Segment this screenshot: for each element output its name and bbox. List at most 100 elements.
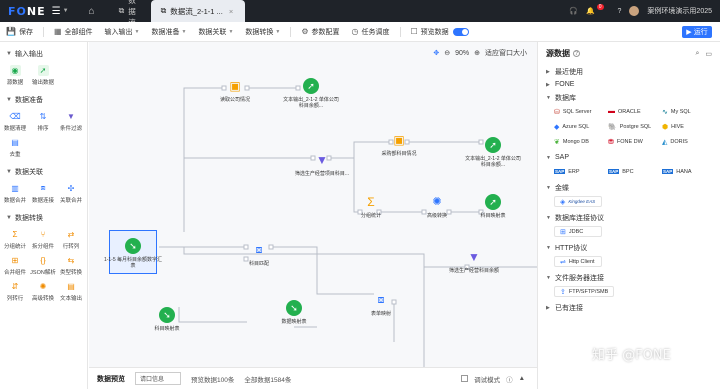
connector-doris[interactable]: ◭ DORIS — [662, 136, 712, 147]
group-title[interactable]: ▶ FONE — [546, 78, 712, 91]
connector-ftp[interactable]: ⇪ FTP/SFTP/SMB — [554, 286, 614, 297]
component-data-clean[interactable]: ⌫ 数据清理 — [1, 108, 29, 134]
group-title[interactable]: ▶ 已有连接 — [546, 301, 712, 314]
group-title[interactable]: ▼ 数据库 — [546, 91, 712, 104]
component-dedupe[interactable]: ▤ 去重 — [1, 134, 29, 160]
component-json[interactable]: {} JSON解析 — [29, 252, 57, 278]
component-group-stat[interactable]: Σ 分组统计 — [1, 226, 29, 252]
flow-node[interactable]: Σ 分组统计 — [341, 194, 401, 219]
bell-icon[interactable]: 🔔 — [586, 7, 595, 15]
group-title[interactable]: ▼ 数据库连接协议 — [546, 211, 712, 224]
fit-window-button[interactable]: 适应窗口大小 — [485, 48, 527, 58]
component-text-output[interactable]: ▤ 文本输出 — [57, 278, 85, 304]
flow-node[interactable]: ⧈ 表单映射 — [351, 292, 411, 318]
group-title[interactable]: ▼ 文件服务器连接 — [546, 271, 712, 284]
headset-icon[interactable]: 🎧 — [569, 7, 578, 15]
flow-node[interactable]: ➚ 文本输出_2-1-2 单体公司科目余额... — [281, 78, 341, 109]
connector-fone-dw[interactable]: ⛃ FONE DW — [608, 136, 658, 147]
connector-sap-erp[interactable]: SAP ERP — [554, 166, 604, 177]
component-sort[interactable]: ⇅ 排序 — [29, 108, 57, 134]
input-output-menu[interactable]: 输入输出 ▼ — [99, 22, 146, 42]
component-join[interactable]: ⧈ 数据连接 — [29, 180, 57, 206]
zoom-in-icon[interactable]: ⊕ — [474, 49, 480, 57]
debug-checkbox[interactable] — [461, 375, 469, 382]
group-title[interactable]: ▼ HTTP协议 — [546, 241, 712, 254]
save-button[interactable]: 💾 保存 — [0, 22, 39, 42]
group-title[interactable]: ▶ 最近使用 — [546, 65, 712, 78]
data-transform-menu[interactable]: 数据转换 ▼ — [239, 22, 286, 42]
all-components-button[interactable]: ▦ 全部组件 — [48, 22, 99, 42]
data-join-menu[interactable]: 数据关联 ▼ — [192, 22, 239, 42]
flow-node-selected[interactable]: ➘ 1-1-5 每月科目余额数字汇表 — [103, 238, 163, 269]
component-split[interactable]: ⑂ 拆分组件 — [29, 226, 57, 252]
user-name[interactable]: 案例环境演示用2025 — [647, 6, 712, 16]
zoom-out-icon[interactable]: ⊖ — [444, 49, 450, 57]
param-config-button[interactable]: ⚙ 参数配置 — [295, 22, 345, 42]
run-button[interactable]: ▶ 运行 — [682, 26, 712, 38]
component-combine[interactable]: ⊞ 合并组件 — [1, 252, 29, 278]
tab-dataflow-active[interactable]: ⧉ 数据流_2-1-1 ... × — [150, 0, 245, 22]
search-icon[interactable]: ⌕ — [695, 50, 699, 58]
component-advanced[interactable]: ✺ 高级转换 — [29, 278, 57, 304]
connector-sap-hana[interactable]: SAP HANA — [662, 166, 712, 177]
section-title[interactable]: ▼ 输入输出 — [0, 46, 87, 62]
component-type-convert[interactable]: ⇆ 类型转换 — [57, 252, 85, 278]
group-title[interactable]: ▼ 金蝶 — [546, 181, 712, 194]
component-row-to-col[interactable]: ⇄ 行转列 — [57, 226, 85, 252]
help-icon[interactable]: ? — [618, 8, 622, 15]
connector-sqlserver[interactable]: ⛁ SQL Server — [554, 106, 604, 117]
menu-icon[interactable]: ☰ — [52, 6, 61, 17]
connector-sap-bpc[interactable]: SAP BPC — [608, 166, 658, 177]
logo[interactable]: FONE — [8, 5, 46, 18]
component-output-data[interactable]: ➚ 输出数据 — [29, 62, 57, 88]
flow-node[interactable]: ▣ 读取公司情况 — [205, 78, 265, 103]
connector-kingdee[interactable]: ◈ Kingdee EAS — [554, 196, 602, 207]
connector-azure[interactable]: ◆ Azure SQL — [554, 121, 604, 132]
flow-node[interactable]: ➚ 文本输出_2-1-2 单体公司科目余额... — [463, 137, 523, 168]
flow-canvas[interactable]: ✥ ⊖ 90% ⊕ 适应窗口大小 ▣ 读取公司情况 ➚ 文本输出_2-1-2 单体公… — [89, 42, 537, 367]
flow-node[interactable]: ▼ 筛选生产经营项目科目... — [292, 152, 352, 177]
flow-node[interactable]: ➘ 数据映射表 — [264, 300, 324, 325]
flow-node[interactable]: ▼ 筛选生产经营科目余额 — [444, 249, 504, 274]
connector-hive[interactable]: ⬢ HIVE — [662, 121, 712, 132]
component-merge[interactable]: ▥ 数据合并 — [1, 180, 29, 206]
task-schedule-button[interactable]: ◷ 任务调度 — [346, 22, 396, 42]
flow-node[interactable]: ✺ 高级转换 — [407, 194, 467, 220]
notification-badge: 0 — [596, 4, 604, 10]
expand-icon[interactable]: ▲ — [519, 375, 525, 382]
flow-node[interactable]: ▣ 采购部科目情况 — [369, 132, 429, 157]
flow-node[interactable]: ➚ 科目映射表 — [463, 194, 523, 219]
connector-mongodb[interactable]: ❦ Mongo DB — [554, 136, 604, 147]
component-source-data[interactable]: ◉ 源数据 — [1, 62, 29, 88]
connector-http-client[interactable]: ⇌ Http Client — [554, 256, 602, 267]
help-icon[interactable]: ⓘ — [506, 374, 513, 384]
close-icon[interactable]: × — [229, 7, 233, 16]
chevron-down-icon: ▼ — [546, 184, 551, 191]
section-title[interactable]: ▼ 数据转换 — [0, 210, 87, 226]
panel-header: 源数据 ? ⌕ ▭ — [538, 42, 720, 65]
checkbox-icon[interactable]: ☐ — [411, 27, 418, 36]
section-title[interactable]: ▼ 数据关联 — [0, 164, 87, 180]
group-title[interactable]: ▼ SAP — [546, 151, 712, 164]
flow-node[interactable]: ➘ 科目映射表 — [137, 307, 197, 332]
avatar[interactable] — [629, 6, 640, 16]
section-title[interactable]: ▼ 数据准备 — [0, 92, 87, 108]
component-filter[interactable]: ▼ 条件过滤 — [57, 108, 85, 134]
component-col-to-row[interactable]: ⇵ 列转行 — [1, 278, 29, 304]
connector-jdbc[interactable]: ⊞ JDBC — [554, 226, 602, 237]
tab-dataflow[interactable]: ⧉数据流 — [109, 0, 151, 27]
connector-postgres[interactable]: 🐘 Postgre SQL — [608, 121, 658, 132]
data-prep-menu[interactable]: 数据准备 ▼ — [145, 22, 192, 42]
home-icon[interactable]: ⌂ — [89, 6, 95, 17]
sqlserver-icon: ⛁ — [554, 108, 560, 116]
flow-node[interactable]: ⧈ 科目匹配 — [229, 242, 289, 268]
move-icon[interactable]: ✥ — [433, 49, 439, 57]
data-preview-bar: 数据预览 请口信息 预览数据100条 全部数据1584条 调试模式 ⓘ ▲ — [89, 367, 537, 389]
connector-oracle[interactable]: ▬ ORACLE — [608, 106, 658, 117]
connector-mysql[interactable]: ∿ My SQL — [662, 106, 712, 117]
preview-toggle[interactable] — [452, 27, 469, 36]
preview-select[interactable]: 请口信息 — [135, 372, 181, 385]
help-icon[interactable]: ? — [573, 50, 580, 57]
collapse-icon[interactable]: ▭ — [705, 50, 712, 58]
component-related-merge[interactable]: ✣ 关联合并 — [57, 180, 85, 206]
